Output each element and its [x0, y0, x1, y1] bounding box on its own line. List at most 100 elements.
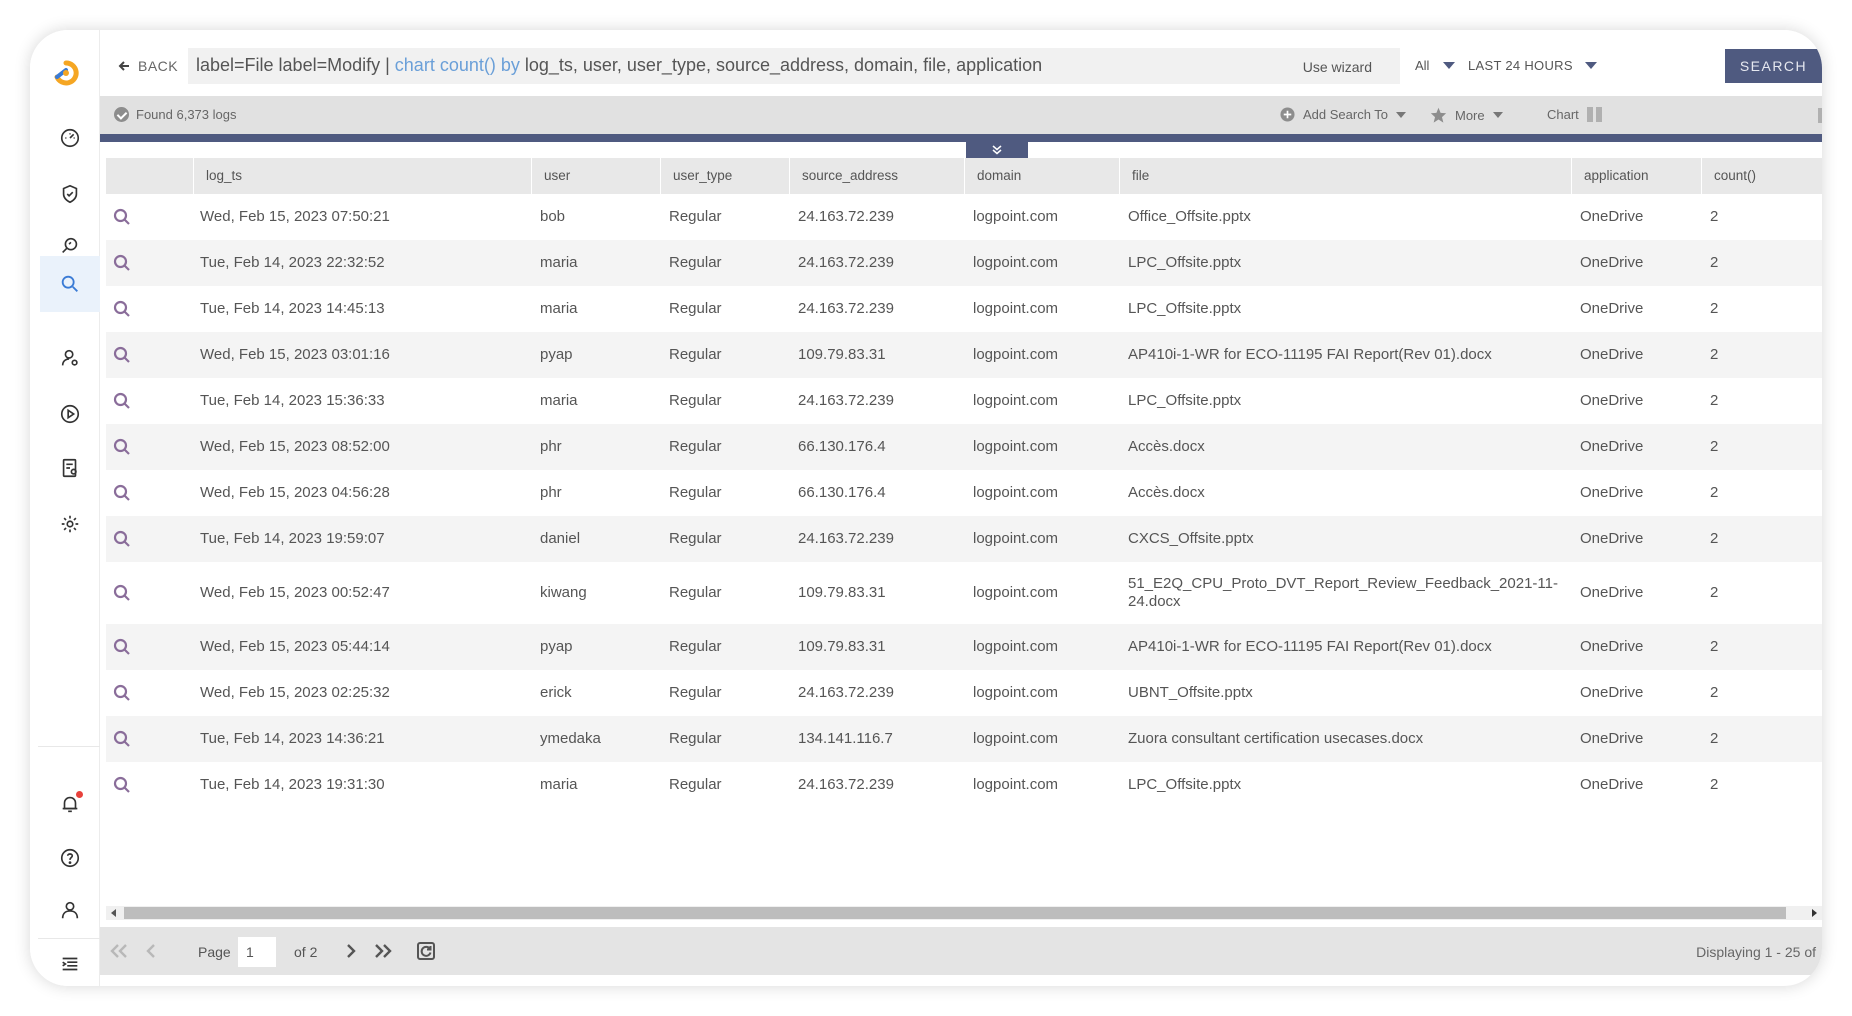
table-row[interactable]: Tue, Feb 14, 2023 19:31:30 maria Regular 24… — [106, 762, 1822, 808]
query-input[interactable]: label=File label=Modify | chart count() … — [188, 48, 1400, 84]
results-divider — [100, 134, 1822, 142]
search-icon — [113, 776, 130, 793]
more-dropdown[interactable]: More — [1430, 107, 1503, 123]
query-text-part2: log_ts, user, user_type, source_address,… — [519, 55, 1043, 75]
scroll-right-icon[interactable] — [1812, 909, 1817, 917]
double-chevron-down-icon — [992, 145, 1002, 155]
row-application: OneDrive — [1580, 530, 1644, 547]
nav-incidents[interactable] — [40, 166, 100, 222]
user-icon — [61, 901, 79, 919]
row-file: AP410i-1-WR for ECO-11195 FAI Report(Rev… — [1128, 638, 1492, 655]
row-file: Zuora consultant certification usecases.… — [1128, 730, 1424, 747]
column-header-user[interactable]: user — [532, 158, 661, 194]
column-header-user-type[interactable]: user_type — [661, 158, 790, 194]
column-header-count[interactable]: count() — [1702, 158, 1822, 194]
app-window: BACK label=File label=Modify | chart cou… — [30, 30, 1822, 986]
next-page-button[interactable] — [338, 939, 364, 963]
chart-toggle[interactable]: Chart — [1547, 107, 1602, 122]
logpoint-logo — [54, 60, 79, 86]
nav-search[interactable] — [40, 256, 100, 312]
search-icon — [113, 584, 130, 601]
row-count: 2 — [1710, 300, 1719, 317]
last-page-button[interactable] — [370, 939, 396, 963]
row-file: Office_Offsite.pptx — [1128, 208, 1251, 225]
row-user: phr — [540, 484, 562, 501]
collapse-toggle[interactable] — [966, 142, 1028, 158]
row-inspect-button[interactable] — [106, 776, 194, 794]
prev-page-button[interactable] — [138, 939, 164, 963]
search-icon — [113, 638, 130, 655]
row-user: pyap — [540, 346, 573, 363]
table-row[interactable]: Wed, Feb 15, 2023 04:56:28 phr Regular 66.1… — [106, 470, 1822, 516]
table-row[interactable]: Tue, Feb 14, 2023 19:59:07 daniel Regular 2… — [106, 516, 1822, 562]
table-row[interactable]: Wed, Feb 15, 2023 07:50:21 bob Regular 24.1… — [106, 194, 1822, 240]
nav-notifications[interactable] — [40, 776, 100, 832]
search-button[interactable]: SEARCH — [1725, 49, 1822, 83]
chevron-down-icon — [1443, 62, 1456, 69]
scrollbar-thumb[interactable] — [124, 907, 1786, 919]
row-source-address: 134.141.116.7 — [798, 730, 893, 747]
horizontal-scrollbar[interactable] — [106, 906, 1822, 920]
column-header-source-address[interactable]: source_address — [790, 158, 965, 194]
first-page-button[interactable] — [106, 939, 132, 963]
row-inspect-button[interactable] — [106, 584, 194, 602]
nav-dashboard[interactable] — [40, 110, 100, 166]
row-source-address: 109.79.83.31 — [798, 584, 886, 601]
nav-menu-toggle[interactable] — [40, 942, 100, 986]
table-row[interactable]: Wed, Feb 15, 2023 02:25:32 erick Regular 24… — [106, 670, 1822, 716]
row-inspect-button[interactable] — [106, 684, 194, 702]
row-inspect-button[interactable] — [106, 484, 194, 502]
page-total-label: of 2 — [294, 944, 318, 960]
table-row[interactable]: Tue, Feb 14, 2023 22:32:52 maria Regular 24… — [106, 240, 1822, 286]
row-domain: logpoint.com — [973, 638, 1059, 655]
use-wizard-link[interactable]: Use wizard — [1303, 59, 1372, 75]
nav-identities[interactable] — [40, 330, 100, 386]
nav-settings[interactable] — [40, 496, 100, 552]
nav-reports[interactable] — [40, 440, 100, 496]
row-inspect-button[interactable] — [106, 638, 194, 656]
more-label: More — [1455, 107, 1485, 123]
row-log-ts: Wed, Feb 15, 2023 00:52:47 — [200, 584, 390, 601]
row-inspect-button[interactable] — [106, 530, 194, 548]
page-number-input[interactable] — [238, 937, 276, 967]
row-inspect-button[interactable] — [106, 392, 194, 410]
add-search-to-dropdown[interactable]: Add Search To — [1280, 107, 1407, 122]
column-header-application[interactable]: application — [1572, 158, 1702, 194]
scroll-left-icon[interactable] — [111, 909, 116, 917]
row-domain: logpoint.com — [973, 438, 1059, 455]
back-button[interactable]: BACK — [118, 58, 178, 74]
table-row[interactable]: Wed, Feb 15, 2023 05:44:14 pyap Regular 109… — [106, 624, 1822, 670]
nav-profile[interactable] — [40, 882, 100, 938]
table-row[interactable]: Tue, Feb 14, 2023 14:36:21 ymedaka Regular… — [106, 716, 1822, 762]
column-header-domain[interactable]: domain — [965, 158, 1120, 194]
repo-filter-dropdown[interactable]: All — [1415, 58, 1456, 73]
back-label: BACK — [138, 58, 179, 74]
row-application: OneDrive — [1580, 638, 1644, 655]
time-range-dropdown[interactable]: LAST 24 HOURS — [1468, 58, 1597, 73]
search-icon — [113, 684, 130, 701]
nav-playbooks[interactable] — [40, 386, 100, 442]
chevron-down-icon — [1396, 111, 1407, 118]
row-inspect-button[interactable] — [106, 730, 194, 748]
search-icon — [113, 484, 130, 501]
row-inspect-button[interactable] — [106, 254, 194, 272]
table-row[interactable]: Tue, Feb 14, 2023 14:45:13 maria Regular 24… — [106, 286, 1822, 332]
table-row[interactable]: Wed, Feb 15, 2023 03:01:16 pyap Regular 109… — [106, 332, 1822, 378]
column-header-file[interactable]: file — [1120, 158, 1572, 194]
table-body: Wed, Feb 15, 2023 07:50:21 bob Regular 24.1… — [106, 194, 1822, 808]
row-inspect-button[interactable] — [106, 438, 194, 456]
column-header-log-ts[interactable]: log_ts — [194, 158, 532, 194]
row-inspect-button[interactable] — [106, 346, 194, 364]
table-row[interactable]: Tue, Feb 14, 2023 15:36:33 maria Regular 24… — [106, 378, 1822, 424]
row-inspect-button[interactable] — [106, 208, 194, 226]
report-icon — [62, 458, 77, 478]
search-icon — [113, 300, 130, 317]
main-content: BACK label=File label=Modify | chart cou… — [100, 30, 1822, 986]
nav-help[interactable] — [40, 830, 100, 886]
status-bar: Found 6,373 logs Add Search To More Char… — [100, 96, 1822, 134]
row-application: OneDrive — [1580, 484, 1644, 501]
refresh-button[interactable] — [413, 939, 439, 963]
table-row[interactable]: Wed, Feb 15, 2023 00:52:47 kiwang Regular 1… — [106, 562, 1822, 624]
row-inspect-button[interactable] — [106, 300, 194, 318]
table-row[interactable]: Wed, Feb 15, 2023 08:52:00 phr Regular 66.1… — [106, 424, 1822, 470]
